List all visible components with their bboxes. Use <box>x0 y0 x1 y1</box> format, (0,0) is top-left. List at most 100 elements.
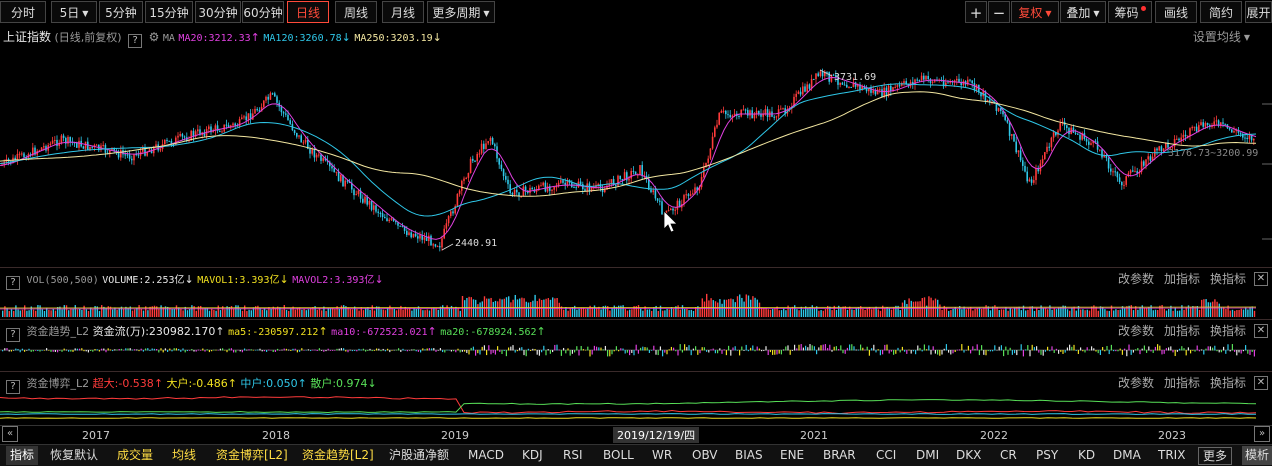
period-5min[interactable]: 5分钟 <box>99 1 143 23</box>
flow-indicator-name[interactable]: 资金趋势_L2 <box>27 325 90 338</box>
game-indicator-name[interactable]: 资金博弈_L2 <box>27 377 90 390</box>
flow-bar <box>277 348 279 351</box>
tab-fund-trend[interactable]: 资金趋势[L2] <box>302 446 374 465</box>
tab-macd[interactable]: MACD <box>468 446 504 465</box>
add-indicator-link[interactable]: 加指标 <box>1164 272 1200 286</box>
tab-kdj[interactable]: KDJ <box>522 446 543 465</box>
candle-body <box>775 116 778 118</box>
flow-bar <box>250 349 252 351</box>
close-icon[interactable]: ✕ <box>1254 272 1268 286</box>
gear-icon[interactable]: ⚙ <box>149 30 160 44</box>
flow-bar <box>560 350 562 356</box>
tab-dkx[interactable]: DKX <box>956 446 981 465</box>
tab-cci[interactable]: CCI <box>876 446 896 465</box>
flow-bar <box>637 350 639 354</box>
candle-body <box>1143 161 1145 166</box>
volume-bar <box>17 309 19 317</box>
switch-indicator-link[interactable]: 换指标 <box>1210 324 1246 338</box>
tab-bias[interactable]: BIAS <box>735 446 763 465</box>
flow-bar <box>893 350 895 355</box>
volume-bar <box>596 307 598 317</box>
candlestick-chart[interactable]: 3731.69 2440.91 3176.73~3200.99 <box>0 44 1272 266</box>
zoom-in-button[interactable]: + <box>965 1 987 23</box>
period-monthly[interactable]: 月线 <box>382 1 424 23</box>
tab-wr[interactable]: WR <box>652 446 672 465</box>
ma-settings-link[interactable]: 设置均线 ▼ <box>1193 28 1250 45</box>
period-weekly[interactable]: 周线 <box>335 1 377 23</box>
tab-dmi[interactable]: DMI <box>916 446 939 465</box>
candle-body <box>340 174 342 182</box>
period-more[interactable]: 更多周期 ▼ <box>427 1 495 23</box>
volume-bar <box>820 310 822 317</box>
tab-boll[interactable]: BOLL <box>603 446 634 465</box>
tab-model[interactable]: 模析 <box>1242 446 1272 465</box>
candle-body <box>430 235 432 246</box>
game-series-line <box>0 413 1256 415</box>
volume-bar <box>1088 310 1091 317</box>
arrow-up-icon: ↑ <box>250 31 260 44</box>
simple-button[interactable]: 简约 <box>1200 1 1242 23</box>
period-daily[interactable]: 日线 <box>287 1 329 23</box>
tab-trix[interactable]: TRIX <box>1158 446 1185 465</box>
chips-button[interactable]: 筹码 <box>1108 1 1152 23</box>
flow-bar <box>919 348 921 351</box>
volume-bar <box>899 310 901 317</box>
period-60min[interactable]: 60分钟 <box>242 1 284 23</box>
draw-button[interactable]: 画线 <box>1155 1 1197 23</box>
period-15min[interactable]: 15分钟 <box>145 1 193 23</box>
period-intraday[interactable]: 分时 <box>0 1 46 23</box>
fund-flow-chart[interactable] <box>0 338 1272 370</box>
edit-params-link[interactable]: 改参数 <box>1118 272 1154 286</box>
fund-game-chart[interactable] <box>0 390 1272 424</box>
scroll-right-icon[interactable]: » <box>1254 426 1270 442</box>
adjust-button[interactable]: 复权 ▼ <box>1011 1 1059 23</box>
candle-body <box>1116 171 1119 178</box>
flow-bar <box>435 350 437 352</box>
tab-hsgt-net[interactable]: 沪股通净额 <box>389 446 449 465</box>
switch-indicator-link[interactable]: 换指标 <box>1210 376 1246 390</box>
tab-rsi[interactable]: RSI <box>563 446 583 465</box>
period-30min[interactable]: 30分钟 <box>195 1 241 23</box>
close-icon[interactable]: ✕ <box>1254 324 1268 338</box>
flow-bar <box>1058 350 1060 354</box>
tab-indicator[interactable]: 指标 <box>6 446 39 465</box>
switch-indicator-link[interactable]: 换指标 <box>1210 272 1246 286</box>
scroll-left-icon[interactable]: « <box>2 426 18 442</box>
volume-bar <box>1117 310 1119 317</box>
add-indicator-link[interactable]: 加指标 <box>1164 324 1200 338</box>
volume-bar <box>224 309 226 317</box>
candle-body <box>441 238 443 248</box>
expand-button[interactable]: 展开 <box>1245 1 1272 23</box>
flow-bar <box>1091 346 1093 351</box>
vol-indicator-name[interactable]: VOL(500,500) <box>27 275 99 286</box>
tab-ma[interactable]: 均线 <box>172 446 196 465</box>
candle-body <box>364 196 366 203</box>
zoom-out-button[interactable]: − <box>988 1 1010 23</box>
candle-body <box>652 190 654 193</box>
flow-bar <box>648 350 650 353</box>
tab-fund-game[interactable]: 资金博弈[L2] <box>216 446 288 465</box>
tab-kd[interactable]: KD <box>1078 446 1095 465</box>
tab-obv[interactable]: OBV <box>692 446 718 465</box>
tab-restore-default[interactable]: 恢复默认 <box>50 446 98 465</box>
tab-dma[interactable]: DMA <box>1113 446 1141 465</box>
flow-bar <box>1170 346 1172 351</box>
tab-psy[interactable]: PSY <box>1036 446 1058 465</box>
tab-more[interactable]: 更多 <box>1198 447 1233 465</box>
index-name[interactable]: 上证指数 <box>3 30 51 44</box>
tab-volume[interactable]: 成交量 <box>117 446 153 465</box>
candle-body <box>1107 157 1110 169</box>
edit-params-link[interactable]: 改参数 <box>1118 376 1154 390</box>
edit-params-link[interactable]: 改参数 <box>1118 324 1154 338</box>
period-5day[interactable]: 5日 ▼ <box>51 1 97 23</box>
tab-cr[interactable]: CR <box>1000 446 1017 465</box>
overlay-button[interactable]: 叠加 ▼ <box>1060 1 1106 23</box>
tab-brar[interactable]: BRAR <box>823 446 856 465</box>
volume-chart[interactable] <box>0 286 1272 318</box>
close-icon[interactable]: ✕ <box>1254 376 1268 390</box>
candle-body <box>500 164 503 170</box>
volume-bar <box>906 303 908 317</box>
flow-bar <box>123 349 125 351</box>
tab-ene[interactable]: ENE <box>780 446 804 465</box>
add-indicator-link[interactable]: 加指标 <box>1164 376 1200 390</box>
